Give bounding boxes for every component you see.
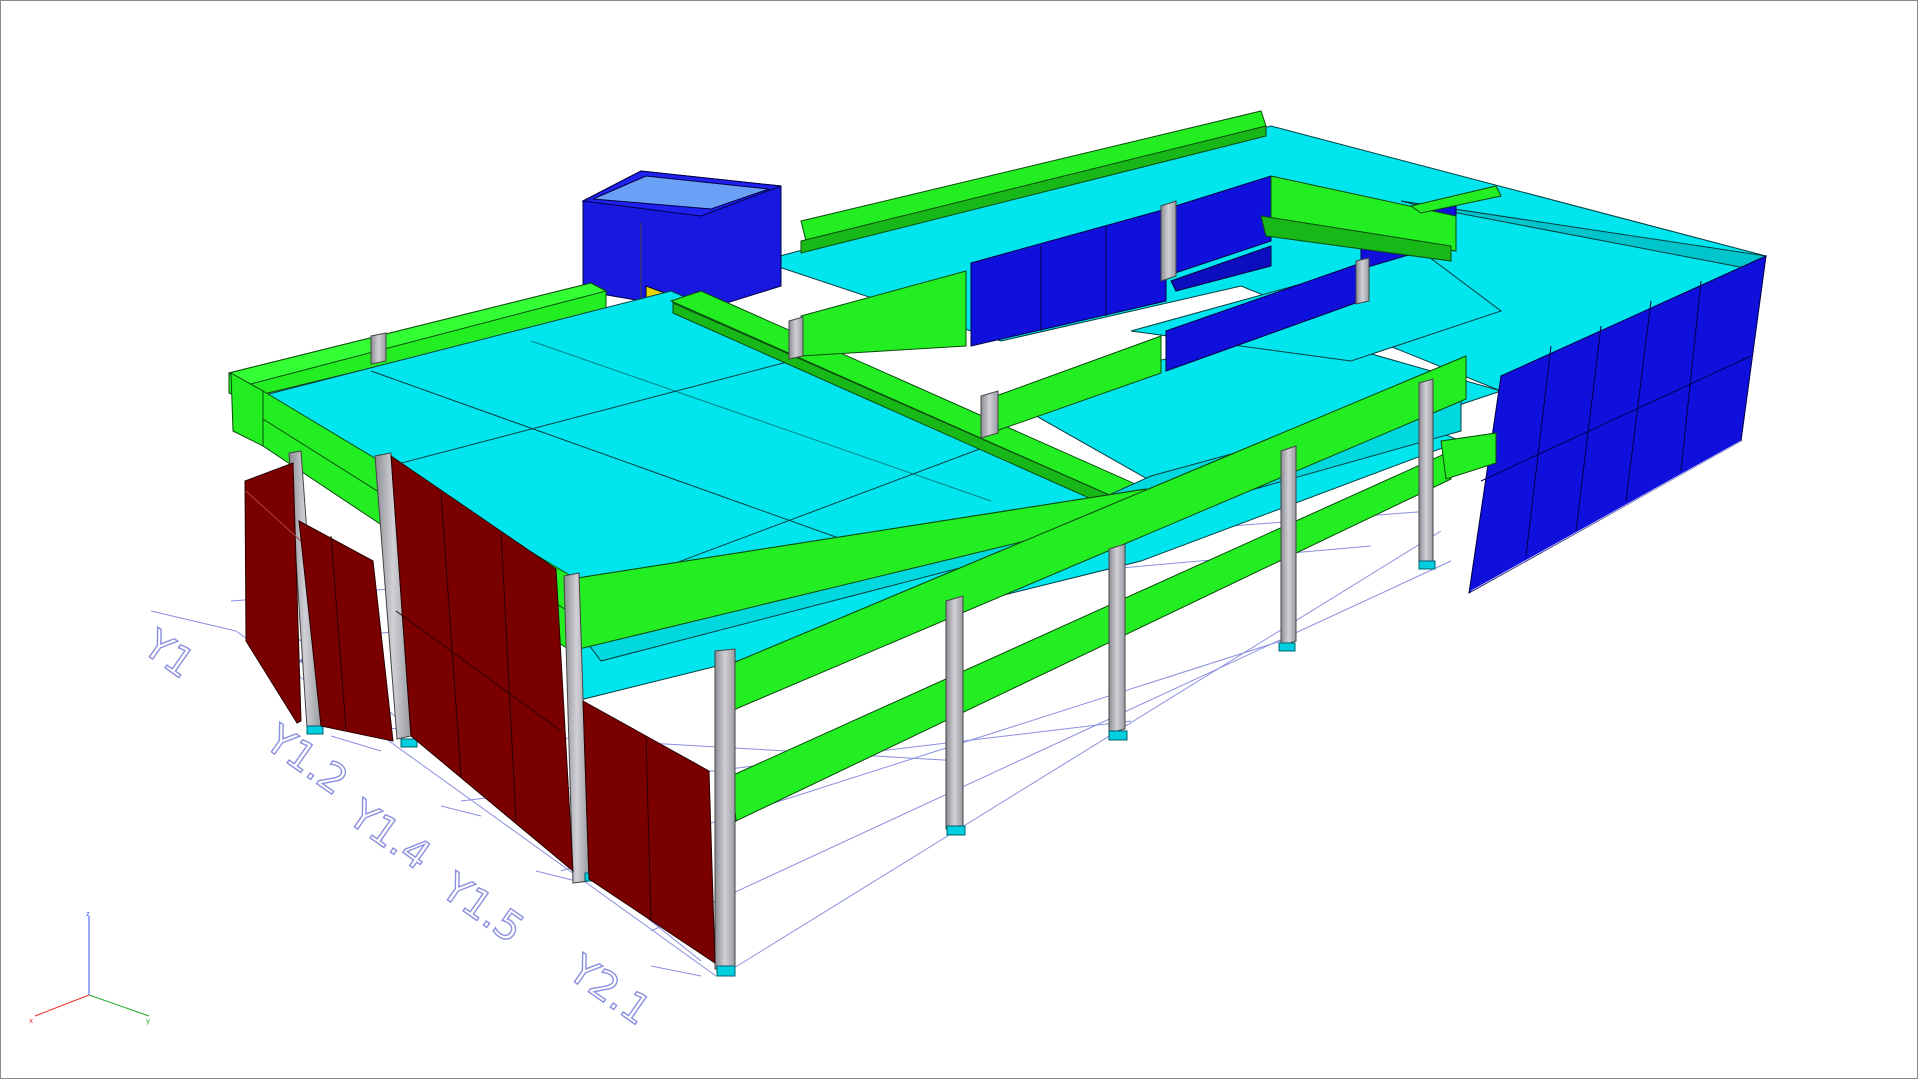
column-5 xyxy=(945,595,964,830)
column-9 xyxy=(370,332,387,365)
axis-z-label: z xyxy=(86,910,90,918)
grid-label-y1-4: Y1.4 xyxy=(339,791,438,880)
axis-y-label: y xyxy=(146,1017,150,1025)
column-11 xyxy=(980,390,999,439)
axis-triad: z y x xyxy=(29,910,150,1025)
column-4 xyxy=(714,648,736,970)
column-13 xyxy=(1355,257,1370,305)
grid-label-y2-1: Y2.1 xyxy=(559,946,658,1035)
column-8 xyxy=(1418,378,1434,564)
grid-label-y1: Y1 xyxy=(134,621,202,688)
3d-viewport[interactable]: Y1 Y1.2 Y1.4 Y1.5 Y2.1 1100 3700 3700 47… xyxy=(0,0,1918,1079)
column-12 xyxy=(1160,200,1177,282)
stair-box[interactable] xyxy=(581,170,782,312)
column-7 xyxy=(1280,445,1297,647)
red-wall-1[interactable] xyxy=(244,462,302,724)
column-10 xyxy=(788,316,804,360)
grid-label-y1-5: Y1.5 xyxy=(432,864,531,953)
red-wall-4[interactable] xyxy=(582,700,716,964)
structural-model-scene[interactable]: Y1 Y1.2 Y1.4 Y1.5 Y2.1 1100 3700 3700 47… xyxy=(1,1,1918,1080)
column-6 xyxy=(1108,543,1126,734)
axis-x-label: x xyxy=(29,1017,33,1025)
